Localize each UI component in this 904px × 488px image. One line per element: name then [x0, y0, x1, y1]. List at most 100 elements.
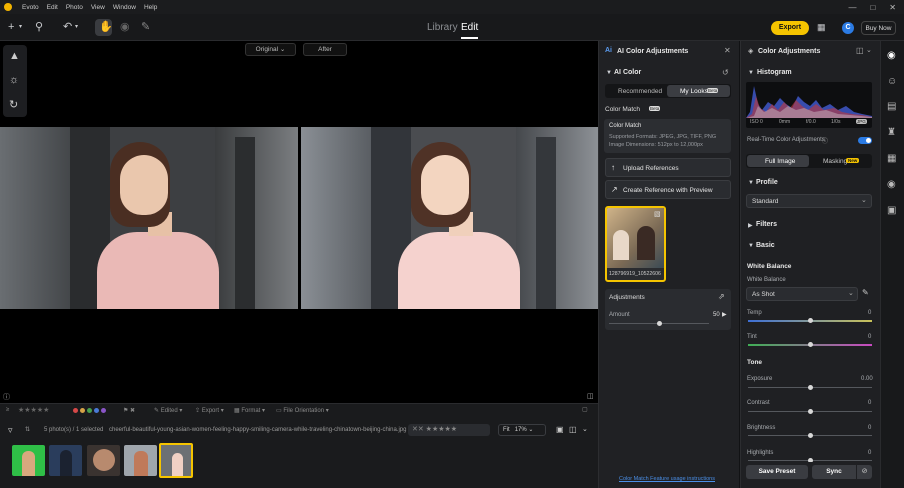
export-filter[interactable]: ⇪ Export ▾	[195, 407, 224, 414]
panel-chevron-icon[interactable]: ⌄	[866, 46, 872, 54]
thumbnail-4[interactable]	[124, 445, 157, 476]
edited-filter[interactable]: ✎ Edited ▾	[154, 407, 182, 414]
clothing-icon[interactable]: ♜	[887, 127, 896, 138]
temp-slider-knob[interactable]	[807, 318, 813, 323]
profile-collapse-icon[interactable]: ▼	[748, 180, 754, 186]
thumbnail-3[interactable]	[87, 445, 120, 476]
create-reference-button[interactable]: ↗ Create Reference with Preview	[605, 180, 731, 199]
basic-collapse-icon[interactable]: ▼	[748, 243, 754, 249]
amount-slider-knob[interactable]	[656, 321, 662, 326]
sun-filter-icon[interactable]: ☼	[9, 74, 19, 86]
thumbnail-1[interactable]	[12, 445, 45, 476]
brightness-slider-knob[interactable]	[807, 433, 813, 438]
white-balance-select[interactable]: As Shot ⌄	[746, 287, 858, 301]
new-badge: New	[846, 158, 860, 163]
after-view-button[interactable]: After	[303, 43, 347, 56]
reference-delete-icon[interactable]: ▧	[654, 210, 661, 218]
filter-funnel-icon[interactable]: ▿	[8, 425, 13, 436]
eyedropper-icon[interactable]: ✎	[862, 288, 869, 297]
view-chevron-icon[interactable]: ⌄	[582, 425, 588, 433]
menu-help[interactable]: Help	[144, 4, 157, 11]
color-match-beta-badge: Beta	[649, 106, 661, 111]
thumbnail-2[interactable]	[49, 445, 82, 476]
tint-slider-knob[interactable]	[807, 342, 813, 347]
info-icon[interactable]: ⓘ	[3, 392, 10, 402]
background-icon[interactable]: ▤	[887, 101, 896, 112]
original-view-dropdown[interactable]: Original ⌄	[245, 43, 296, 56]
profile-select[interactable]: Standard ⌄	[746, 194, 872, 208]
orientation-filter[interactable]: ▭ File Orientation ▾	[276, 407, 329, 414]
sync-button[interactable]: Sync	[812, 465, 856, 479]
undo-icon[interactable]: ↶	[63, 14, 72, 41]
brush-icon[interactable]: ✎	[141, 14, 150, 41]
close-icon[interactable]: ✕	[724, 46, 731, 55]
menu-bar: Evoto Edit Photo View Window Help — □ ✕	[0, 0, 904, 14]
buy-now-button[interactable]: Buy Now	[861, 21, 896, 35]
menu-app[interactable]: Evoto	[22, 4, 39, 11]
save-preset-button[interactable]: Save Preset	[746, 465, 808, 479]
chevron-down-icon: ⌄	[279, 46, 286, 53]
landscape-adjust-icon[interactable]: ▲	[9, 50, 20, 62]
flag-filter-icon[interactable]: ⚑ ✖	[123, 407, 135, 414]
hand-icon[interactable]: ✋	[99, 14, 113, 41]
tab-my-looks-label: My Looks	[680, 88, 708, 95]
close-window-icon[interactable]: ✕	[889, 3, 896, 12]
original-photo	[0, 127, 298, 309]
maximize-icon[interactable]: □	[870, 3, 875, 12]
share-icon[interactable]: ▦	[817, 14, 826, 41]
upload-references-button[interactable]: ↑ Upload References	[605, 158, 731, 177]
undo-chevron-icon[interactable]: ▾	[75, 14, 78, 41]
split-view-icon[interactable]: ◫	[569, 425, 577, 434]
contrast-label: Contrast	[747, 400, 770, 406]
camera-icon[interactable]: ◉	[887, 179, 896, 190]
single-view-icon[interactable]: ▣	[556, 425, 564, 434]
compare-icon[interactable]: ◫	[587, 392, 594, 400]
presets-icon[interactable]: ▣	[887, 205, 896, 216]
chevron-down-icon[interactable]: ▾	[19, 14, 22, 41]
rating-filter[interactable]: ★★★★★	[18, 406, 49, 414]
color-palette-icon[interactable]: ◉	[887, 50, 896, 61]
export-button[interactable]: Export	[771, 21, 809, 35]
sync-options-icon[interactable]: ⊘	[857, 465, 872, 479]
crop-icon[interactable]: ▦	[887, 153, 896, 164]
menu-edit[interactable]: Edit	[47, 4, 58, 11]
thumbnail-5-selected[interactable]	[159, 443, 193, 478]
realtime-info-icon[interactable]: ⓘ	[822, 136, 828, 145]
color-label-filter[interactable]	[73, 408, 108, 415]
format-filter[interactable]: ▦ Format ▾	[234, 407, 265, 414]
color-match-tooltip: Color Match Supported Formats: JPEG, JPG…	[604, 119, 731, 153]
panel-layout-icon[interactable]: ◫	[856, 46, 864, 55]
filters-expand-icon[interactable]: ▶	[748, 222, 753, 229]
tab-edit[interactable]: Edit	[461, 17, 479, 39]
tab-recommended[interactable]: Recommended	[618, 88, 662, 95]
exposure-slider-knob[interactable]	[807, 385, 813, 390]
zoom-control[interactable]: Fit 17% ⌄	[498, 424, 546, 436]
reference-card[interactable]: ▧ 128796919_10522606	[605, 206, 666, 282]
tab-masking[interactable]: Masking	[823, 158, 847, 165]
sort-icon[interactable]: ⇅	[25, 426, 30, 433]
color-match-help-link[interactable]: Color Match Feature usage instructions	[619, 476, 715, 482]
grid-view-icon[interactable]: ▢	[582, 406, 588, 413]
photo-rating[interactable]: ✕✕ ★★★★★	[408, 424, 490, 436]
magic-wand-icon[interactable]: ⇗	[718, 292, 725, 301]
histogram-collapse-icon[interactable]: ▼	[748, 70, 754, 76]
right-tool-strip: ◉ ☺ ▤ ♜ ▦ ◉ ▣	[880, 41, 904, 488]
contrast-slider-knob[interactable]	[807, 409, 813, 414]
filter-toggle-icon[interactable]: ≥	[6, 407, 9, 413]
tab-library[interactable]: Library	[427, 14, 458, 41]
history-icon[interactable]: ↻	[9, 98, 18, 111]
avatar[interactable]: C	[842, 22, 854, 34]
hist-format-badge: JPG	[856, 119, 867, 124]
minimize-icon[interactable]: —	[848, 3, 856, 12]
menu-photo[interactable]: Photo	[66, 4, 83, 11]
menu-view[interactable]: View	[91, 4, 105, 11]
face-retouch-icon[interactable]: ☺	[887, 76, 897, 87]
realtime-toggle[interactable]	[858, 137, 872, 144]
add-icon[interactable]: +	[8, 14, 14, 41]
search-icon[interactable]: ⚲	[35, 14, 43, 41]
amount-expand-icon[interactable]: ▶	[722, 311, 727, 318]
menu-window[interactable]: Window	[113, 4, 136, 11]
collapse-icon[interactable]: ▼	[606, 70, 612, 76]
reset-icon[interactable]: ↺	[722, 68, 729, 77]
heal-icon[interactable]: ◉	[120, 14, 130, 41]
